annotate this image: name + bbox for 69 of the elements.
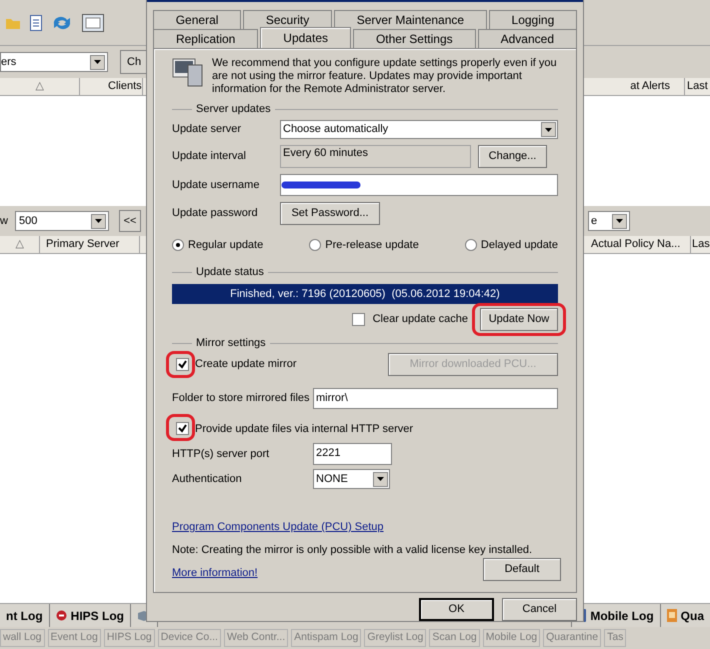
ok-button[interactable]: OK bbox=[419, 598, 494, 621]
checkbox[interactable] bbox=[176, 358, 189, 370]
column-header[interactable]: Las bbox=[691, 236, 710, 253]
sync-icon[interactable] bbox=[52, 14, 72, 30]
radio-label[interactable]: Pre-release update bbox=[325, 237, 419, 254]
interval-field: Every 60 minutes bbox=[280, 145, 471, 168]
status-bar: Finished, ver.: 7196 (20120605) (05.06.2012 19:04:42) bbox=[172, 284, 558, 304]
log-tab[interactable]: Qua bbox=[660, 604, 710, 627]
field-label: Update interval bbox=[172, 149, 247, 164]
radio-button[interactable] bbox=[309, 239, 322, 252]
default-button[interactable]: Default bbox=[483, 558, 561, 581]
checkbox[interactable] bbox=[176, 422, 189, 436]
settings-tab[interactable]: General bbox=[153, 10, 242, 29]
radio-label[interactable]: Delayed update bbox=[480, 237, 558, 254]
settings-tab[interactable]: Security bbox=[243, 10, 332, 29]
change-button[interactable]: Change... bbox=[478, 145, 547, 168]
more-information-link[interactable]: More information! bbox=[172, 564, 258, 581]
log-tab[interactable]: HIPS Log bbox=[50, 604, 131, 627]
checkbox-label[interactable]: Create update mirror bbox=[195, 356, 296, 372]
sort-indicator[interactable]: △ bbox=[0, 78, 80, 95]
field-label: Update password bbox=[172, 206, 259, 222]
settings-tab[interactable]: Logging bbox=[488, 10, 577, 29]
intro-text: We recommend that you configure update settings properly even if you are not using the mirror feature. Updates may provide important information for the Remote Administrator server. bbox=[212, 57, 558, 96]
radio-label[interactable]: Regular update bbox=[188, 237, 264, 254]
settings-tab[interactable]: Advanced bbox=[478, 29, 577, 48]
cancel-button[interactable]: Cancel bbox=[502, 598, 577, 621]
checkbox-label[interactable]: Provide update files via internal HTTP server bbox=[195, 420, 414, 437]
column-header[interactable]: Actual Policy Na... bbox=[585, 236, 691, 253]
document-icon[interactable] bbox=[30, 14, 42, 30]
pcu-setup-link[interactable]: Program Components Update (PCU) Setup bbox=[172, 519, 384, 536]
filter-dropdown[interactable]: ers bbox=[0, 52, 108, 72]
port-input[interactable]: 2221 bbox=[313, 443, 392, 465]
column-header[interactable]: Primary Server bbox=[40, 236, 140, 253]
radio-button[interactable] bbox=[464, 239, 477, 252]
server-icon bbox=[172, 57, 204, 87]
column-header[interactable]: at Alerts bbox=[585, 78, 685, 95]
radio-button[interactable] bbox=[172, 239, 184, 252]
column-header[interactable]: Last bbox=[685, 78, 710, 95]
column-header[interactable]: Clients bbox=[80, 78, 143, 95]
checkbox[interactable] bbox=[352, 312, 365, 326]
settings-tab[interactable]: Updates bbox=[260, 27, 351, 48]
previous-page-button[interactable]: << bbox=[119, 210, 141, 232]
jar-icon bbox=[666, 609, 677, 622]
field-label: Authentication bbox=[172, 472, 243, 487]
rows-dropdown[interactable]: 500 bbox=[15, 211, 109, 231]
field-label: HTTP(s) server port bbox=[172, 446, 270, 462]
window-layout-icon[interactable] bbox=[82, 14, 104, 32]
stop-icon bbox=[56, 610, 67, 621]
set-password-button[interactable]: Set Password... bbox=[280, 202, 380, 225]
settings-tab[interactable]: Replication bbox=[153, 29, 258, 48]
checkbox-label[interactable]: Clear update cache bbox=[372, 310, 468, 328]
settings-tab[interactable]: Other Settings bbox=[352, 29, 476, 48]
field-label: Update username bbox=[172, 178, 260, 193]
rows-label: w bbox=[0, 214, 9, 229]
filter-dropdown[interactable]: e bbox=[588, 211, 630, 231]
group-title: Server updates bbox=[196, 102, 271, 117]
update-now-button[interactable]: Update Now bbox=[480, 308, 558, 330]
note-text: Note: Creating the mirror is only possible with a valid license key installed. bbox=[172, 542, 534, 558]
username-input[interactable] bbox=[280, 174, 558, 196]
group-title: Update status bbox=[196, 265, 264, 280]
field-label: Folder to store mirrored files bbox=[172, 390, 311, 406]
log-tab[interactable]: nt Log bbox=[0, 604, 50, 627]
update-server-select[interactable]: Choose automatically bbox=[280, 120, 558, 139]
folder-input[interactable]: mirror\ bbox=[313, 388, 558, 408]
sort-indicator[interactable]: △ bbox=[0, 236, 40, 253]
settings-tab[interactable]: Server Maintenance bbox=[334, 10, 487, 29]
authentication-select[interactable]: NONE bbox=[313, 469, 390, 489]
field-label: Update server bbox=[172, 122, 242, 138]
group-title: Mirror settings bbox=[196, 336, 266, 352]
